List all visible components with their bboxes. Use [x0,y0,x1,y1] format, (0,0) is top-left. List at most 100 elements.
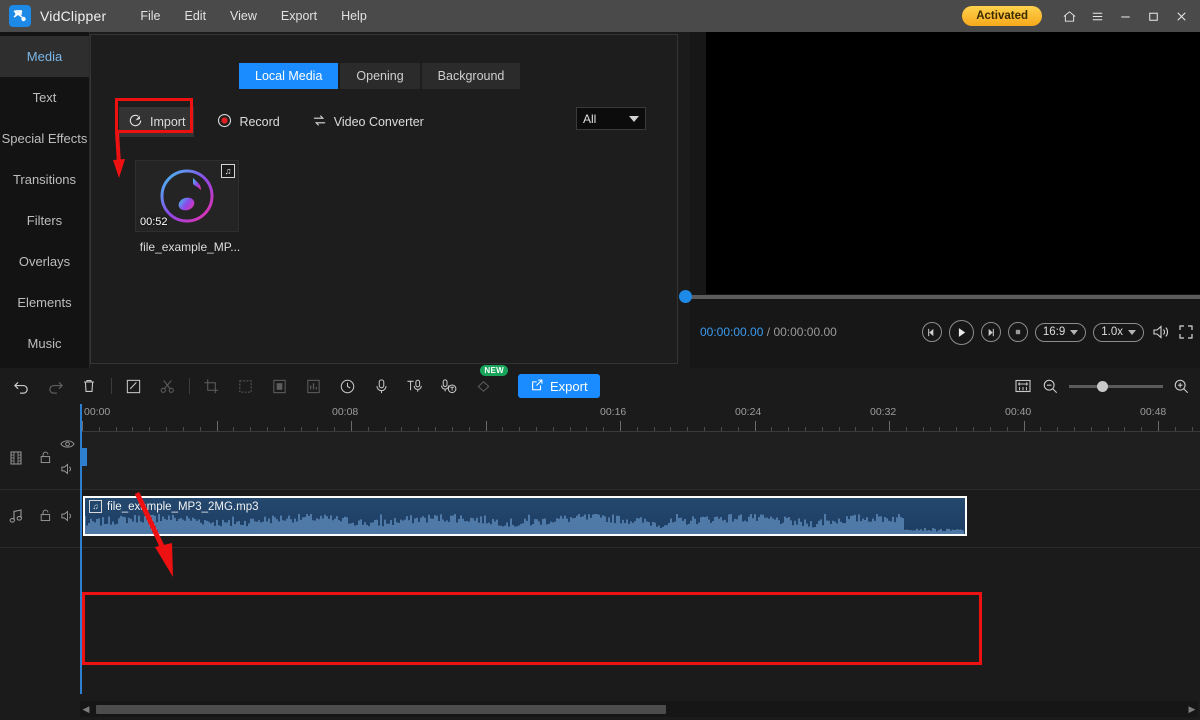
scrollbar-track[interactable] [92,705,1186,714]
media-thumbnail[interactable]: ♫ 00:52 [135,160,239,232]
tab-background[interactable]: Background [422,63,521,89]
activated-badge[interactable]: Activated [962,6,1042,26]
sidebar-item-media[interactable]: Media [0,36,89,77]
sidebar-item-special-effects[interactable]: Special Effects [0,118,89,159]
delete-button[interactable] [76,373,102,399]
import-icon [128,113,143,131]
app-logo-icon [9,5,31,27]
split-button[interactable] [154,373,180,399]
redo-button[interactable] [42,373,68,399]
audio-clip-label: file_example_MP3_2MG.mp3 [107,501,259,513]
sidebar-item-elements[interactable]: Elements [0,282,89,323]
playback-speed-dropdown[interactable]: 1.0x [1093,323,1144,342]
timeline-panel: 00:00 00:08 00:16 00:24 00:32 00:40 00:4… [0,404,1200,720]
zoom-slider[interactable] [1069,385,1163,388]
sidebar-label: Music [28,336,62,351]
share-export-icon [530,378,544,395]
audio-clip[interactable]: ♫ file_example_MP3_2MG.mp3 [83,496,967,536]
eye-icon[interactable] [60,437,75,455]
toolbar-divider [111,378,112,394]
fullscreen-icon[interactable] [1178,324,1194,340]
timeline-ruler[interactable]: 00:00 00:08 00:16 00:24 00:32 00:40 00:4… [80,404,1200,432]
export-button[interactable]: Export [518,374,600,398]
scrollbar-thumb[interactable] [96,705,666,714]
ruler-label: 00:08 [332,406,358,418]
previous-frame-icon[interactable] [922,322,942,342]
film-strip-icon[interactable] [8,450,24,471]
audio-track[interactable]: ♫ file_example_MP3_2MG.mp3 [80,490,1200,548]
maximize-icon[interactable] [1140,3,1166,29]
audio-waveform [85,514,965,534]
left-sidebar: Media Text Special Effects Transitions F… [0,32,90,368]
zoom-out-icon[interactable] [1042,378,1059,395]
media-action-row: Import Record Video Converter All [119,107,664,137]
hamburger-menu-icon[interactable] [1084,3,1110,29]
transport-controls: 16:9 1.0x [922,320,1194,345]
menu-export[interactable]: Export [269,5,329,27]
import-button[interactable]: Import [119,107,194,137]
volume-icon[interactable] [1151,323,1171,341]
edit-button[interactable] [120,373,146,399]
timeline-scrollbar[interactable]: ◀ ▶ [80,701,1198,717]
export-label: Export [550,379,588,394]
record-button[interactable]: Record [208,107,288,137]
menu-view[interactable]: View [218,5,269,27]
menu-help[interactable]: Help [329,5,379,27]
media-filter-dropdown[interactable]: All [576,107,646,130]
timeline-zoom-group [1014,377,1190,395]
ruler-label: 00:40 [1005,406,1031,418]
scroll-left-icon[interactable]: ◀ [80,701,92,717]
stop-icon[interactable] [1008,322,1028,342]
minimize-icon[interactable] [1112,3,1138,29]
aspect-ratio-dropdown[interactable]: 16:9 [1035,323,1086,342]
mosaic-button[interactable] [266,373,292,399]
scroll-right-icon[interactable]: ▶ [1186,701,1198,717]
track-headers [0,432,80,548]
sidebar-label: Elements [17,295,71,310]
play-icon[interactable] [949,320,974,345]
sidebar-label: Special Effects [2,131,88,146]
sidebar-item-text[interactable]: Text [0,77,89,118]
text-to-speech-button[interactable] [402,373,428,399]
playhead[interactable] [80,404,82,694]
menu-file[interactable]: File [128,5,172,27]
video-canvas[interactable] [706,32,1200,294]
ruler-label: 00:24 [735,406,761,418]
video-track[interactable] [80,432,1200,490]
ruler-label: 00:16 [600,406,626,418]
sidebar-item-filters[interactable]: Filters [0,200,89,241]
zoom-in-icon[interactable] [1173,378,1190,395]
lock-icon[interactable] [38,450,53,470]
zoom-slider-handle[interactable] [1097,381,1108,392]
sidebar-item-music[interactable]: Music [0,323,89,364]
undo-button[interactable] [8,373,34,399]
record-voice-button[interactable] [368,373,394,399]
duplicate-button[interactable] [232,373,258,399]
tab-local-media[interactable]: Local Media [239,63,338,89]
lock-icon[interactable] [38,508,53,528]
music-note-icon[interactable] [8,508,24,529]
crop-button[interactable] [198,373,224,399]
speed-button[interactable] [334,373,360,399]
fit-timeline-icon[interactable] [1014,377,1032,395]
sidebar-item-transitions[interactable]: Transitions [0,159,89,200]
speaker-icon[interactable] [60,509,75,528]
next-frame-icon[interactable] [981,322,1001,342]
sidebar-item-overlays[interactable]: Overlays [0,241,89,282]
speaker-icon[interactable] [60,462,75,481]
video-converter-button[interactable]: Video Converter [303,107,433,137]
playhead-handle[interactable] [80,448,87,466]
menu-edit[interactable]: Edit [173,5,219,27]
close-icon[interactable] [1168,3,1194,29]
scrubber-handle[interactable] [679,290,692,303]
audio-mix-button[interactable] [300,373,326,399]
ruler-label: 00:48 [1140,406,1166,418]
auto-reframe-button[interactable]: NEW [470,373,496,399]
media-item-label: file_example_MP... [135,240,245,254]
speech-to-text-button[interactable] [436,373,462,399]
home-icon[interactable] [1056,3,1082,29]
preview-scrubber[interactable] [690,295,1200,299]
audio-clip-header: ♫ file_example_MP3_2MG.mp3 [85,498,965,515]
media-item[interactable]: ♫ 00:52 file_example_MP... [135,160,245,254]
tab-opening[interactable]: Opening [340,63,419,89]
